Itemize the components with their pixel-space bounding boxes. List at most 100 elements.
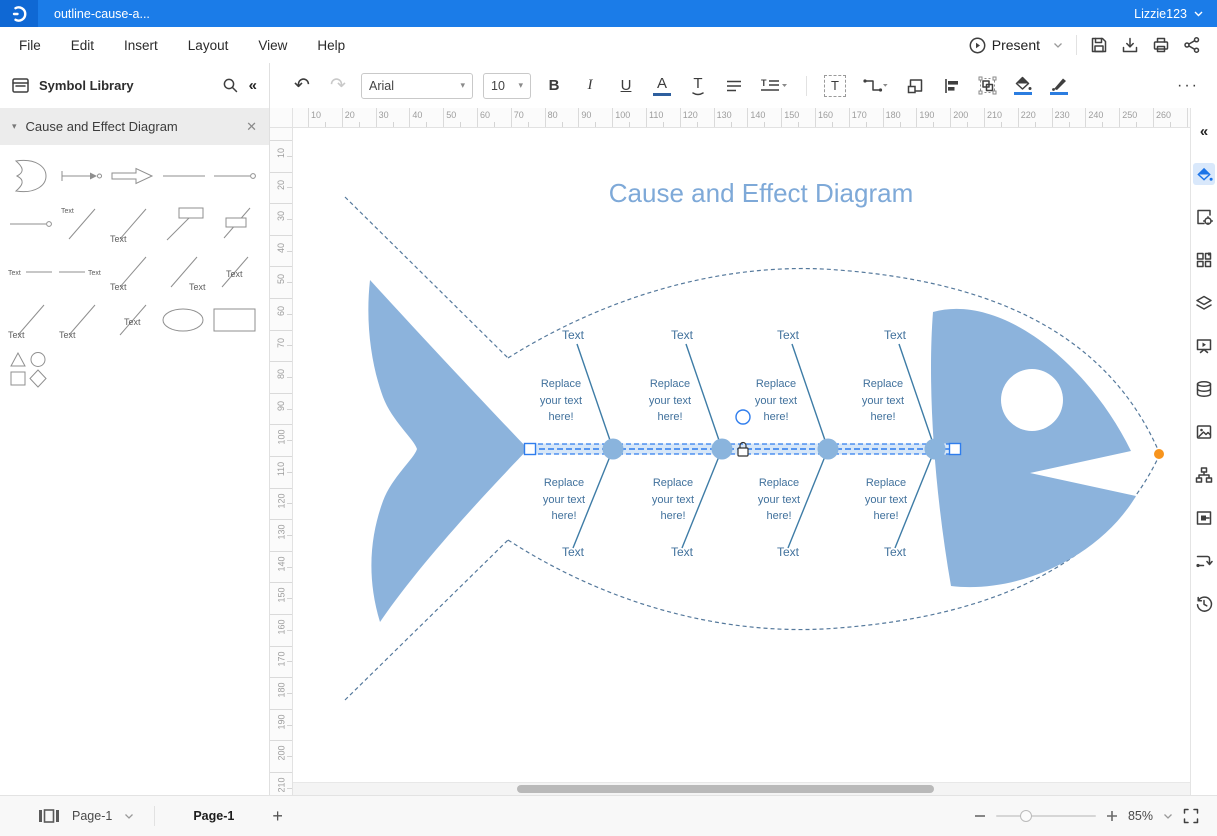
page-setup-tab[interactable] (1193, 206, 1215, 228)
structure-tab[interactable] (1193, 464, 1215, 486)
user-account-menu[interactable]: Lizzie123 (1134, 7, 1203, 21)
data-tab[interactable] (1193, 378, 1215, 400)
symbol-thumbnail-rect-diag[interactable] (159, 203, 208, 247)
font-family-select[interactable]: Arial▾ (361, 73, 473, 99)
symbol-thumbnail-diag-label[interactable]: Text (210, 251, 259, 295)
rib-top-label-1[interactable]: Text (562, 328, 584, 342)
symbol-thumbnail-label-line[interactable]: Text (6, 251, 55, 295)
spine-node[interactable] (603, 439, 624, 460)
rib-bottom-label-2[interactable]: Text (671, 545, 693, 559)
frame-tab[interactable] (1193, 507, 1215, 529)
page-view-icon[interactable] (38, 808, 60, 824)
spine-node[interactable] (818, 439, 839, 460)
zoom-level[interactable]: 85% (1128, 809, 1153, 823)
redo-button[interactable]: ↷ (324, 72, 352, 100)
font-color-button[interactable]: A (648, 72, 676, 100)
symbol-thumbnail-basic-shapes[interactable] (6, 347, 55, 391)
fish-outline-tail-bottom[interactable] (345, 540, 508, 700)
zoom-chevron-icon[interactable] (1163, 813, 1173, 820)
symbol-thumbnail-diag-label[interactable]: Text (57, 299, 106, 343)
horizontal-scrollbar[interactable] (293, 782, 1190, 796)
zoom-out-icon[interactable] (974, 810, 986, 822)
line-style-button[interactable] (1045, 72, 1073, 100)
spine-node[interactable] (712, 439, 733, 460)
zoom-in-icon[interactable] (1106, 810, 1118, 822)
symbol-thumbnail-diag-label[interactable]: Text (159, 251, 208, 295)
connection-point-orange[interactable] (1154, 449, 1164, 459)
components-tab[interactable] (1193, 249, 1215, 271)
fill-color-button[interactable] (1009, 72, 1037, 100)
menu-layout[interactable]: Layout (173, 38, 244, 53)
rib-bottom-label-4[interactable]: Text (884, 545, 906, 559)
symbol-thumbnail-arrow[interactable] (57, 155, 106, 199)
menu-file[interactable]: File (4, 38, 56, 53)
symbol-thumbnail-diag-label[interactable]: Text (108, 299, 157, 343)
zoom-slider-thumb[interactable] (1020, 810, 1032, 822)
menu-edit[interactable]: Edit (56, 38, 109, 53)
connector-tab[interactable] (1193, 550, 1215, 572)
symbol-thumbnail-rect[interactable] (210, 299, 259, 343)
add-page-button[interactable]: + (272, 806, 283, 827)
symbol-thumbnail-line-dot[interactable] (6, 203, 55, 247)
underline-button[interactable]: U (612, 72, 640, 100)
symbol-thumbnail-line[interactable] (159, 155, 208, 199)
font-size-select[interactable]: 10▾ (483, 73, 531, 99)
connector-button[interactable] (857, 72, 893, 100)
symbol-thumbnail-fishtail[interactable] (6, 155, 55, 199)
bring-forward-button[interactable] (901, 72, 929, 100)
symbol-thumbnail-diag-rect[interactable] (210, 203, 259, 247)
fish-head-shape[interactable] (931, 309, 1136, 587)
symbol-thumbnail-diag-label[interactable]: Text (57, 203, 106, 247)
italic-button[interactable]: I (576, 72, 604, 100)
rib-bottom-note-3[interactable]: Replace your text here! (751, 475, 807, 525)
canvas[interactable]: Cause and Effect Diagram Text Text Replace… (293, 128, 1190, 796)
menu-help[interactable]: Help (302, 38, 360, 53)
collapse-panel-icon[interactable]: « (249, 77, 257, 94)
rib-top-note-1[interactable]: Replace your text here! (533, 376, 589, 426)
more-options-button[interactable]: ··· (1177, 77, 1199, 95)
symbol-thumbnail-open-arrow[interactable] (108, 155, 157, 199)
page-selector-chevron-icon[interactable] (124, 813, 134, 820)
picture-tab[interactable] (1193, 421, 1215, 443)
align-text-button[interactable] (720, 72, 748, 100)
symbol-thumbnail-ellipse[interactable] (159, 299, 208, 343)
download-icon[interactable] (1121, 36, 1139, 54)
symbol-thumbnail-line-dot[interactable] (210, 155, 259, 199)
scrollbar-thumb[interactable] (517, 785, 934, 793)
save-icon[interactable] (1090, 36, 1108, 54)
spine-handle-right[interactable] (950, 444, 961, 455)
rib-bottom-note-2[interactable]: Replace your text here! (645, 475, 701, 525)
spine-node[interactable] (925, 439, 946, 460)
menu-view[interactable]: View (243, 38, 302, 53)
spine-handle-left[interactable] (525, 444, 536, 455)
fishbone-diagram[interactable] (293, 128, 1190, 783)
present-dropdown-icon[interactable] (1053, 42, 1063, 49)
rib-top-label-2[interactable]: Text (671, 328, 693, 342)
line-spacing-button[interactable]: T (756, 72, 792, 100)
rib-top-label-3[interactable]: Text (777, 328, 799, 342)
document-tab[interactable]: outline-cause-a... (54, 7, 150, 21)
layers-tab[interactable] (1193, 292, 1215, 314)
menu-insert[interactable]: Insert (109, 38, 173, 53)
symbol-thumbnail-diag-label[interactable]: Text (108, 203, 157, 247)
share-icon[interactable] (1183, 36, 1201, 54)
diagram-title[interactable]: Cause and Effect Diagram (609, 178, 913, 209)
presentation-tab[interactable] (1193, 335, 1215, 357)
rib-bottom-label-3[interactable]: Text (777, 545, 799, 559)
undo-button[interactable]: ↶ (288, 72, 316, 100)
bold-button[interactable]: B (540, 72, 568, 100)
section-collapse-icon[interactable]: ▾ (12, 121, 17, 132)
section-close-icon[interactable]: ✕ (246, 119, 257, 135)
page-selector[interactable]: Page-1 (72, 809, 112, 823)
text-style-button[interactable]: T (684, 72, 712, 100)
fish-tail-shape[interactable] (368, 280, 528, 622)
fullscreen-icon[interactable] (1183, 808, 1199, 824)
rib-bottom-note-4[interactable]: Replace your text here! (858, 475, 914, 525)
zoom-slider[interactable] (996, 815, 1096, 817)
collapse-sidebar-button[interactable]: « (1193, 120, 1215, 142)
app-logo[interactable] (0, 0, 38, 27)
rib-top-label-4[interactable]: Text (884, 328, 906, 342)
symbol-thumbnail-diag-label[interactable]: Text (6, 299, 55, 343)
symbol-thumbnail-line-label[interactable]: Text (57, 251, 106, 295)
present-button[interactable]: Present (969, 37, 1040, 54)
